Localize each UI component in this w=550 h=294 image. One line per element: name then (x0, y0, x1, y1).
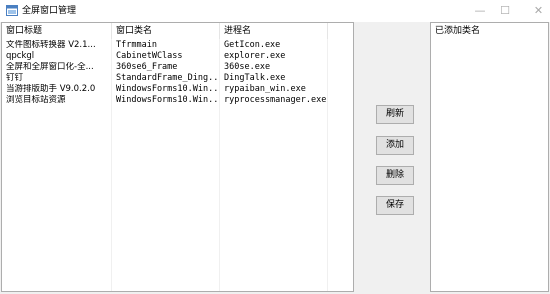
window-title: 全屏窗口管理 (22, 6, 77, 16)
column-header-class-name[interactable]: 窗口类名 (112, 23, 220, 39)
maximize-button[interactable]: ☐ (494, 0, 516, 22)
close-icon: ✕ (533, 4, 544, 17)
minimize-icon: — (474, 4, 486, 17)
table-row[interactable]: 当游排版助手 V9.0.2.0 WindowsForms10.Win... ry… (2, 84, 353, 95)
table-row[interactable]: qpckgl CabinetWClass explorer.exe (2, 51, 353, 62)
column-header-filler (328, 23, 353, 39)
cell-process-name: 360se.exe (224, 62, 271, 72)
cell-process-name: rypaiban_win.exe (224, 84, 306, 94)
column-header-added-class[interactable]: 已添加类名 (431, 23, 548, 39)
refresh-button[interactable]: 刷新 (376, 105, 414, 124)
cell-window-title: 全屏和全屏窗口化-全... (6, 62, 94, 72)
cell-class-name: Tfrmmain (116, 40, 157, 50)
minimize-button[interactable]: — (462, 0, 498, 22)
title-bar[interactable]: 全屏窗口管理 — ☐ ✕ (0, 0, 550, 22)
add-button[interactable]: 添加 (376, 136, 414, 155)
cell-process-name: DingTalk.exe (224, 73, 286, 83)
app-window: 全屏窗口管理 — ☐ ✕ 窗口标题 窗口类名 进程名 文件图标转换器 V2.1.… (0, 0, 550, 294)
window-list-header: 窗口标题 窗口类名 进程名 (2, 23, 353, 39)
maximize-icon: ☐ (500, 4, 510, 17)
added-class-list[interactable]: 已添加类名 (430, 22, 549, 292)
cell-class-name: WindowsForms10.Win... (116, 95, 220, 105)
table-row[interactable]: 全屏和全屏窗口化-全... 360se6_Frame 360se.exe (2, 62, 353, 73)
cell-class-name: StandardFrame_Ding... (116, 73, 220, 83)
table-row[interactable]: 浏览目标站资源 WindowsForms10.Win... ryprocessm… (2, 95, 353, 106)
cell-process-name: ryprocessmanager.exe (224, 95, 327, 105)
cell-class-name: 360se6_Frame (116, 62, 178, 72)
cell-process-name: explorer.exe (224, 51, 286, 61)
delete-button[interactable]: 删除 (376, 166, 414, 185)
cell-class-name: CabinetWClass (116, 51, 183, 61)
close-button[interactable]: ✕ (527, 0, 550, 22)
cell-window-title: 当游排版助手 V9.0.2.0 (6, 84, 96, 94)
save-button[interactable]: 保存 (376, 196, 414, 215)
cell-window-title: 钉钉 (6, 73, 24, 83)
window-list[interactable]: 窗口标题 窗口类名 进程名 文件图标转换器 V2.1... Tfrmmain G… (1, 22, 354, 292)
cell-process-name: GetIcon.exe (224, 40, 281, 50)
client-area: 窗口标题 窗口类名 进程名 文件图标转换器 V2.1... Tfrmmain G… (0, 22, 550, 294)
cell-class-name: WindowsForms10.Win... (116, 84, 220, 94)
cell-window-title: 浏览目标站资源 (6, 95, 66, 105)
cell-window-title: qpckgl (6, 51, 35, 61)
added-class-list-header: 已添加类名 (431, 23, 548, 39)
app-window-icon (6, 5, 18, 16)
table-row[interactable]: 文件图标转换器 V2.1... Tfrmmain GetIcon.exe (2, 40, 353, 51)
table-row[interactable]: 钉钉 StandardFrame_Ding... DingTalk.exe (2, 73, 353, 84)
cell-window-title: 文件图标转换器 V2.1... (6, 40, 96, 50)
column-header-process-name[interactable]: 进程名 (220, 23, 328, 39)
column-header-window-title[interactable]: 窗口标题 (2, 23, 112, 39)
